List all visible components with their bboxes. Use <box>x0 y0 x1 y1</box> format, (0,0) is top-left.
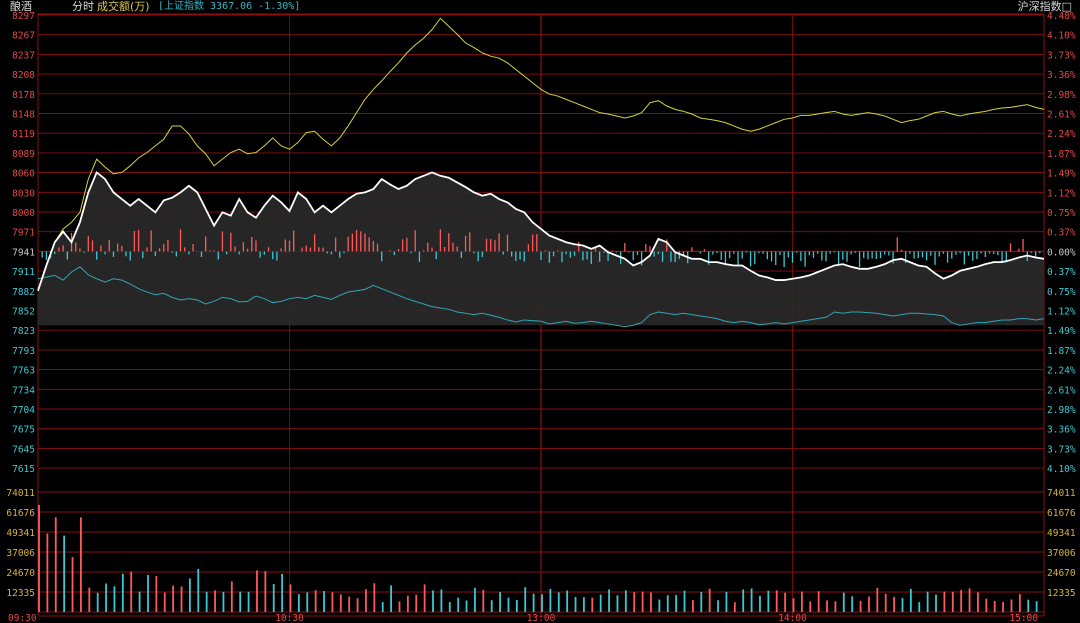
chart-canvas[interactable]: 8297826782378208817881488119808980608030… <box>0 0 1080 623</box>
y-right-tick-label: 2.61% <box>1047 110 1076 121</box>
y-right-tick-label: 0.37% <box>1047 228 1076 239</box>
volume-left-tick-label: 24670 <box>6 568 35 579</box>
y-left-tick-label: 7734 <box>12 385 35 396</box>
y-right-tick-label: 3.36% <box>1047 425 1076 436</box>
volume-left-tick-label: 61676 <box>6 508 35 519</box>
y-left-tick-label: 8000 <box>12 208 35 219</box>
y-left-tick-label: 7763 <box>12 366 35 377</box>
y-right-tick-label: 1.49% <box>1047 326 1076 337</box>
volume-right-tick-label: 12335 <box>1047 588 1076 599</box>
y-right-tick-label: 3.73% <box>1047 50 1076 61</box>
volume-left-tick-label: 49341 <box>6 528 35 539</box>
y-right-tick-label: 4.10% <box>1047 464 1076 475</box>
y-left-tick-label: 8030 <box>12 188 35 199</box>
chart-mode-tab[interactable]: 分时 <box>72 1 94 13</box>
y-left-tick-label: 8148 <box>12 110 35 121</box>
y-left-tick-label: 8267 <box>12 31 35 42</box>
y-left-tick-label: 7941 <box>12 247 35 258</box>
y-left-tick-label: 8208 <box>12 70 35 81</box>
y-right-tick-label: 2.61% <box>1047 385 1076 396</box>
y-left-tick-label: 7882 <box>12 287 35 298</box>
instrument-name: 酿酒 <box>10 0 32 13</box>
index-info: [上证指数 3367.06 -1.30%] <box>158 1 301 12</box>
y-right-tick-label: 1.87% <box>1047 149 1076 160</box>
y-right-tick-label: 1.87% <box>1047 346 1076 357</box>
y-right-tick-label: 0.37% <box>1047 267 1076 278</box>
y-right-tick-label: 2.24% <box>1047 129 1076 140</box>
volume-bars-layer <box>38 504 1038 612</box>
y-left-tick-label: 7852 <box>12 307 35 318</box>
y-left-tick-label: 7823 <box>12 326 35 337</box>
volume-left-tick-label: 74011 <box>6 488 35 499</box>
y-right-tick-label: 1.12% <box>1047 307 1076 318</box>
y-left-tick-label: 7971 <box>12 228 35 239</box>
volume-left-tick-label: 37006 <box>6 548 35 559</box>
y-left-tick-label: 8089 <box>12 149 35 160</box>
x-tick-label: 09:30 <box>8 613 37 623</box>
y-right-tick-label: 3.73% <box>1047 444 1076 455</box>
x-tick-label: 10:30 <box>275 613 304 623</box>
volume-right-tick-label: 37006 <box>1047 548 1076 559</box>
y-left-tick-label: 7675 <box>12 425 35 436</box>
y-right-tick-label: 2.24% <box>1047 366 1076 377</box>
y-left-tick-label: 7704 <box>12 405 35 416</box>
volume-right-tick-label: 61676 <box>1047 508 1076 519</box>
y-right-tick-label: 0.00% <box>1047 247 1076 258</box>
y-right-tick-label: 0.75% <box>1047 287 1076 298</box>
x-tick-label: 14:00 <box>778 613 807 623</box>
x-tick-label: 15:00 <box>1009 613 1038 623</box>
y-left-tick-label: 8060 <box>12 169 35 180</box>
y-right-tick-label: 0.75% <box>1047 208 1076 219</box>
volume-label: 成交额(万) <box>97 0 150 13</box>
y-left-tick-label: 7615 <box>12 464 35 475</box>
y-left-tick-label: 8119 <box>12 129 35 140</box>
y-right-tick-label: 1.49% <box>1047 169 1076 180</box>
volume-right-tick-label: 74011 <box>1047 488 1076 499</box>
index-toggle-button[interactable]: 沪深指数□ <box>1018 1 1072 13</box>
y-left-tick-label: 8178 <box>12 90 35 101</box>
volume-right-tick-label: 49341 <box>1047 528 1076 539</box>
y-right-tick-label: 1.12% <box>1047 188 1076 199</box>
y-left-tick-label: 7911 <box>12 267 35 278</box>
volume-right-tick-label: 24670 <box>1047 568 1076 579</box>
volume-left-tick-label: 12335 <box>6 588 35 599</box>
y-left-tick-label: 8237 <box>12 50 35 61</box>
y-right-tick-label: 3.36% <box>1047 70 1076 81</box>
x-tick-label: 13:00 <box>527 613 556 623</box>
y-right-tick-label: 2.98% <box>1047 405 1076 416</box>
y-right-tick-label: 4.10% <box>1047 31 1076 42</box>
y-right-tick-label: 2.98% <box>1047 90 1076 101</box>
intraday-chart-window: 8297 8267 8237 8208 8178 8148 8119 8089 8060 8030… <box>0 0 1080 623</box>
y-left-tick-label: 7793 <box>12 346 35 357</box>
y-left-tick-label: 7645 <box>12 444 35 455</box>
